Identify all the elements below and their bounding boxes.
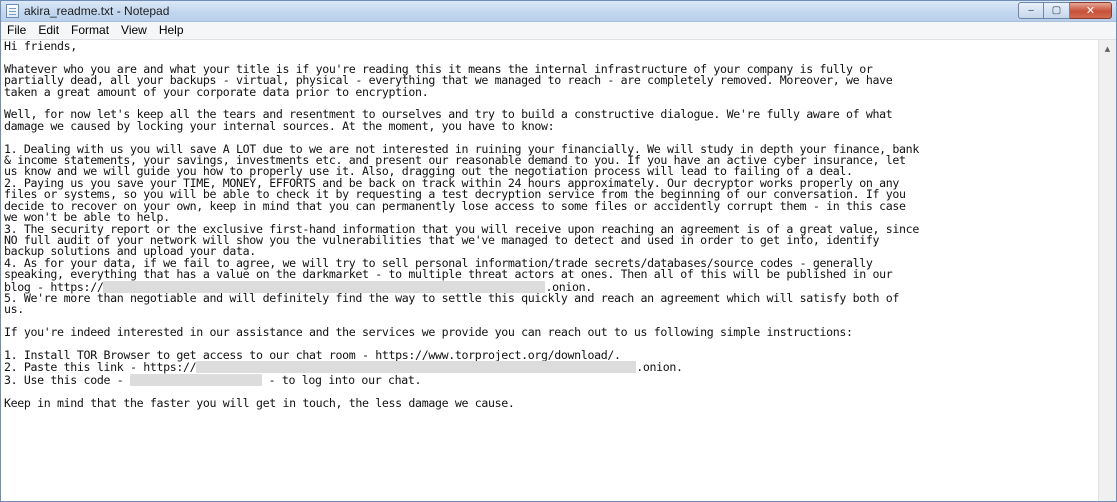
menu-edit[interactable]: Edit: [32, 22, 65, 39]
menu-bar: File Edit Format View Help: [1, 22, 1116, 40]
window-title: akira_readme.txt - Notepad: [24, 4, 170, 18]
list-item-2: 2. Paying us you save your TIME, MONEY, …: [4, 175, 906, 225]
step-3-suffix: - to log into our chat.: [261, 372, 422, 387]
title-bar[interactable]: akira_readme.txt - Notepad ‒ ▢ ✕: [1, 1, 1116, 22]
menu-file[interactable]: File: [1, 22, 32, 39]
dialogue-paragraph: Well, for now let's keep all the tears a…: [4, 107, 893, 133]
notepad-window: akira_readme.txt - Notepad ‒ ▢ ✕ File Ed…: [0, 0, 1117, 502]
scroll-up-arrow-icon[interactable]: ▲: [1099, 40, 1116, 57]
notepad-icon: [6, 4, 19, 18]
instructions-paragraph: If you're indeed interested in our assis…: [4, 325, 853, 340]
window-controls: ‒ ▢ ✕: [1018, 2, 1112, 19]
list-item-1: 1. Dealing with us you will save A LOT d…: [4, 141, 919, 179]
intro-paragraph: Whatever who you are and what your title…: [4, 61, 893, 99]
maximize-button[interactable]: ▢: [1044, 2, 1070, 19]
redacted-chat-url: [196, 361, 637, 374]
minimize-button[interactable]: ‒: [1018, 2, 1044, 19]
step-3-text: 3. Use this code -: [4, 372, 130, 387]
text-editor[interactable]: Hi friends, Whatever who you are and wha…: [1, 40, 1099, 501]
step-2-suffix: .onion.: [636, 360, 683, 375]
list-item-4: 4. As for your data, if we fail to agree…: [4, 257, 1096, 293]
document-text: Hi friends, Whatever who you are and wha…: [1, 40, 1099, 409]
menu-format[interactable]: Format: [65, 22, 115, 39]
list-item-5: 5. We're more than negotiable and will d…: [4, 290, 900, 317]
vertical-scrollbar[interactable]: ▲: [1098, 40, 1116, 501]
redacted-code: [129, 373, 262, 386]
close-button[interactable]: ✕: [1070, 2, 1112, 19]
list-item-3: 3. The security report or the exclusive …: [4, 221, 919, 259]
greeting-text: Hi friends,: [4, 40, 77, 53]
step-2: 2. Paste this link - https://.onion.: [4, 360, 1096, 375]
closing-text: Keep in mind that the faster you will ge…: [4, 395, 515, 410]
menu-help[interactable]: Help: [153, 22, 190, 39]
menu-view[interactable]: View: [115, 22, 153, 39]
step-3: 3. Use this code - - to log into our cha…: [4, 372, 1096, 387]
